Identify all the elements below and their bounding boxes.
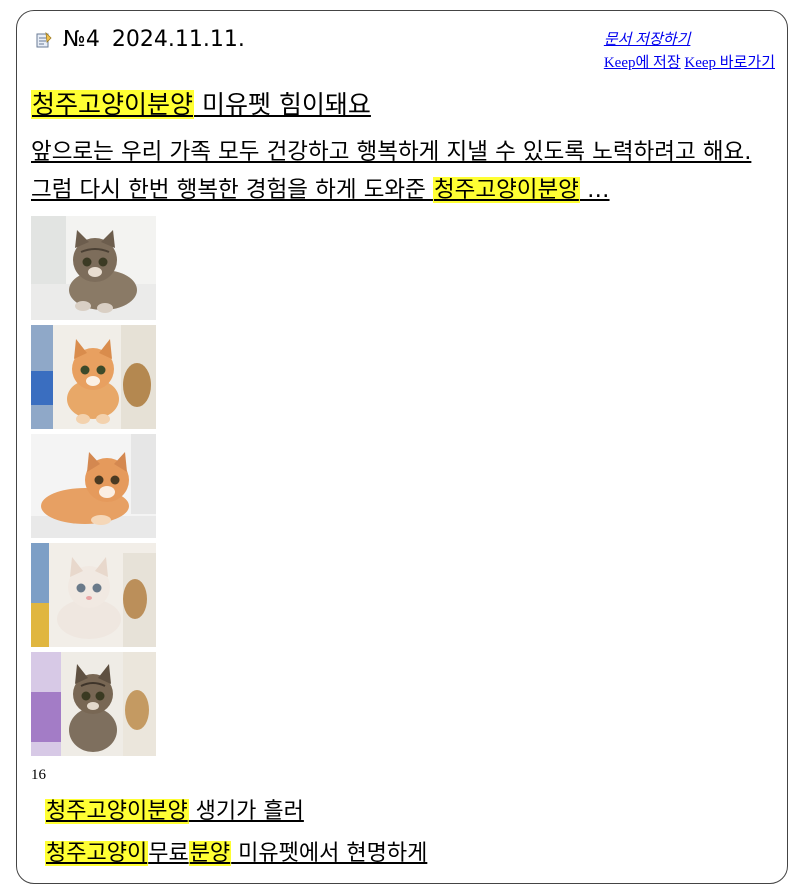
related-1-text: 생기가 흘러 [188,799,304,824]
snippet-ellipsis: … [579,177,610,203]
document-icon [36,31,52,48]
related-2-highlight-a: 청주고양이 [45,841,149,866]
result-date: 2024.11.11. [111,27,245,52]
result-snippet-link[interactable]: 앞으로는 우리 가족 모두 건강하고 행복하게 지낼 수 있도록 노력하려고 해… [31,133,775,209]
related-link-1[interactable]: 청주고양이분양 생기가 흘러 [45,795,304,829]
related-link-2[interactable]: 청주고양이무료분양 미유펫에서 현명하게 [45,837,427,871]
keep-save-link[interactable]: Keep에 저장 [604,55,681,71]
related-1-highlight: 청주고양이분양 [45,799,189,824]
image-count: 16 [31,767,46,783]
white-kitten-photo [31,543,156,647]
result-title-link[interactable]: 청주고양이분양 미유펫 힘이돼요 [31,87,371,123]
related-2-highlight-b: 분양 [188,841,232,866]
related-2-text-a: 무료 [148,841,189,866]
save-document-link[interactable]: 문서 저장하기 [604,32,691,48]
image-thumbnails [31,216,156,761]
thumbnail-3[interactable] [31,434,156,538]
keep-go-link[interactable]: Keep 바로가기 [684,55,775,71]
result-number: №4 [63,27,100,52]
orange-kitten-photo [31,325,156,429]
thumbnail-1[interactable] [31,216,156,320]
thumbnail-2[interactable] [31,325,156,429]
tabby-kitten-sitting-photo [31,652,156,756]
thumbnail-4[interactable] [31,543,156,647]
tabby-kitten-photo [31,216,156,320]
search-result-card: №4 2024.11.11. 문서 저장하기 Keep에 저장 Keep 바로가기… [16,10,788,884]
result-meta: №4 2024.11.11. [63,25,245,55]
orange-kitten-lying-photo [31,434,156,538]
title-highlight: 청주고양이분양 [31,90,195,119]
snippet-highlight: 청주고양이분양 [432,177,580,203]
thumbnail-5[interactable] [31,652,156,756]
title-rest: 미유펫 힘이돼요 [194,90,371,119]
related-2-text-b: 미유펫에서 현명하게 [231,841,428,866]
result-actions: 문서 저장하기 Keep에 저장 Keep 바로가기 [604,29,775,75]
snippet-text: 앞으로는 우리 가족 모두 건강하고 행복하게 지낼 수 있도록 노력하려고 해… [31,139,752,203]
